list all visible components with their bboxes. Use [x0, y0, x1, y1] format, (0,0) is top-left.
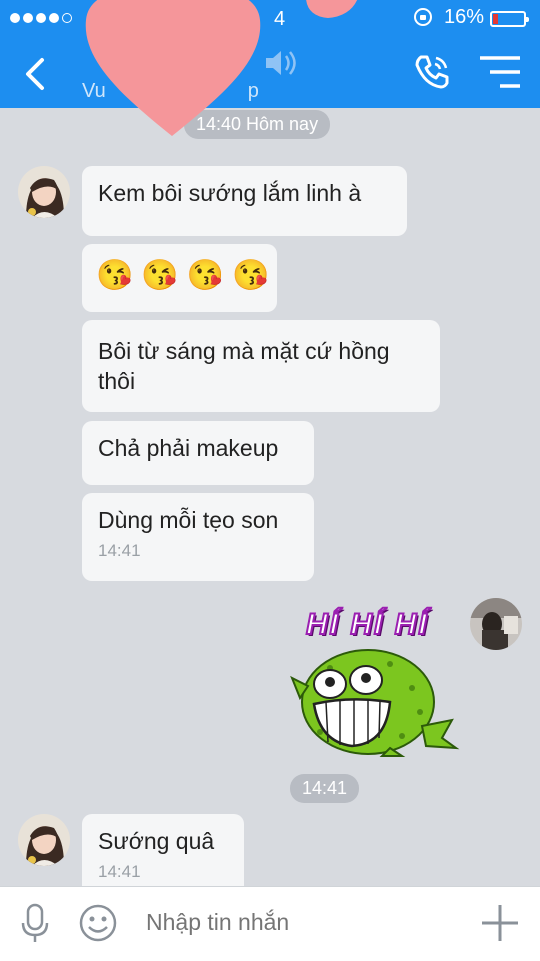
avatar[interactable] — [18, 814, 70, 866]
message-text: Chả phải makeup — [98, 435, 279, 461]
emoji-icon[interactable] — [78, 903, 118, 943]
message-bubble[interactable]: Dùng mỗi tẹo son 14:41 — [82, 493, 314, 581]
message-bubble[interactable]: Chả phải makeup — [82, 421, 314, 485]
kissing-face-icon: 😘 — [232, 259, 270, 292]
message-input-bar — [0, 886, 540, 961]
message-text: Sướng quâ — [98, 828, 215, 854]
heart-overlay-small — [306, 0, 358, 18]
battery-percent: 16% — [444, 6, 485, 28]
battery-icon — [490, 11, 529, 27]
message-bubble[interactable]: Sướng quâ 14:41 — [82, 814, 244, 886]
message-time: 14:41 — [98, 862, 141, 881]
pufferfish-sticker-icon[interactable] — [290, 638, 460, 758]
menu-icon[interactable] — [478, 54, 522, 90]
message-bubble[interactable]: Kem bôi sướng lắm linh à — [82, 166, 407, 236]
message-time: 14:41 — [98, 541, 141, 560]
message-bubble[interactable]: 😘 😘 😘 😘 — [82, 244, 277, 312]
phone-call-icon[interactable] — [412, 52, 452, 92]
message-text: Bôi từ sáng mà mặt cứ hồng thôi — [98, 338, 390, 394]
avatar[interactable] — [470, 598, 522, 650]
kissing-face-icon: 😘 — [96, 259, 134, 292]
kissing-face-icon: 😘 — [186, 259, 225, 292]
time-separator: 14:41 — [290, 774, 360, 803]
message-list[interactable]: 14:40 Hôm nay Kem bôi sướng lắm linh à 😘… — [0, 108, 540, 886]
message-text: Kem bôi sướng lắm linh à — [98, 180, 362, 206]
plus-icon[interactable] — [480, 903, 520, 943]
back-icon[interactable] — [16, 54, 56, 94]
message-input[interactable] — [146, 909, 446, 936]
heart-overlay — [85, 0, 261, 136]
kissing-face-icon: 😘 — [141, 259, 179, 292]
message-bubble[interactable]: Bôi từ sáng mà mặt cứ hồng thôi — [82, 320, 440, 412]
rotation-lock-icon — [414, 8, 432, 26]
avatar[interactable] — [18, 166, 70, 218]
sticker-caption: HÍ HÍ HÍ — [305, 607, 429, 642]
emoji-row: 😘 😘 😘 😘 — [96, 256, 269, 296]
microphone-icon[interactable] — [20, 903, 50, 943]
message-text: Dùng mỗi tẹo son — [98, 507, 279, 533]
